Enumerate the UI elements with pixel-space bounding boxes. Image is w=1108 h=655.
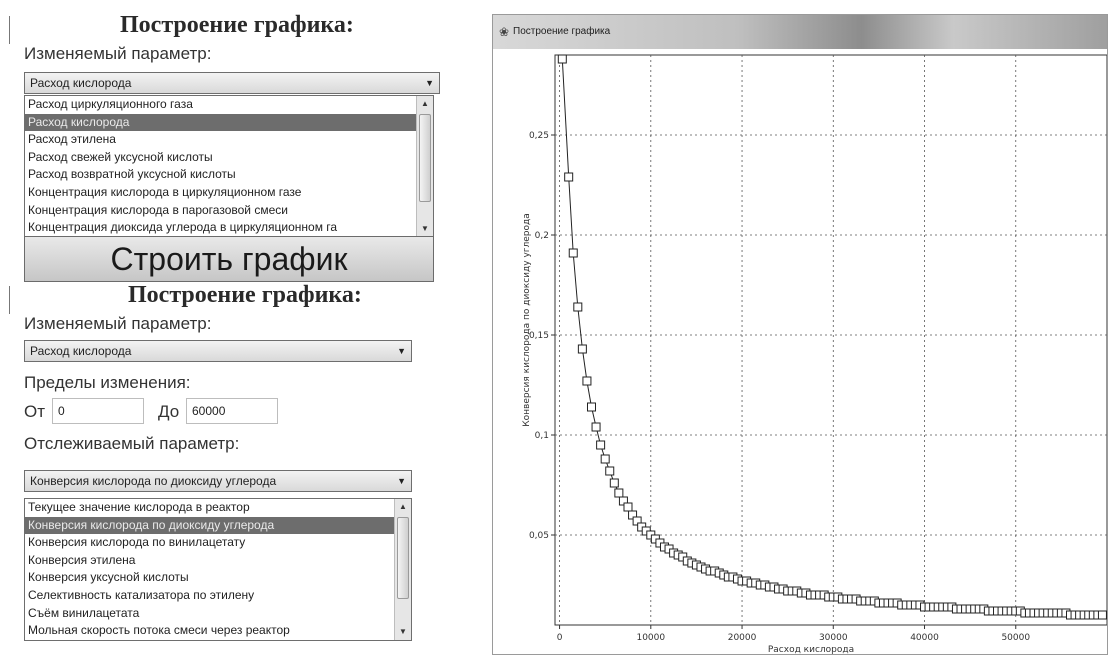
list-item[interactable]: Селективность катализатора по этилену (25, 587, 411, 605)
tracked-label: Отслеживаемый параметр: (24, 434, 240, 453)
scroll-up-icon[interactable]: ▲ (417, 96, 433, 112)
dropdown-scrollbar[interactable]: ▲ ▼ (394, 499, 411, 640)
data-point (591, 422, 601, 432)
list-item[interactable]: Конверсия кислорода по винилацетату (25, 534, 411, 552)
x-tick-label: 10000 (636, 633, 665, 643)
panel-bracket (2, 16, 10, 44)
x-tick-label: 50000 (1001, 633, 1030, 643)
list-item[interactable]: Расход возвратной уксусной кислоты (25, 166, 433, 184)
from-label: От (24, 402, 46, 421)
list-item[interactable]: Конверсия уксусной кислоты (25, 569, 411, 587)
param-combo-value: Расход кислорода (30, 76, 132, 90)
plot-area (554, 54, 1107, 626)
scroll-down-icon[interactable]: ▼ (417, 221, 433, 237)
data-point (586, 402, 596, 412)
list-item[interactable]: Концентрация кислорода в парогазовой сме… (25, 202, 433, 220)
scroll-up-icon[interactable]: ▲ (395, 499, 411, 515)
list-item[interactable]: Расход свежей уксусной кислоты (25, 149, 433, 167)
param-label: Изменяемый параметр: (24, 44, 212, 63)
x-tick-label: 20000 (728, 633, 757, 643)
data-point (577, 344, 587, 354)
param-combo-value: Расход кислорода (30, 344, 132, 358)
list-item[interactable]: Концентрация диоксида углерода в циркуля… (25, 219, 433, 237)
param-combo[interactable]: Расход кислорода ▼ (24, 72, 440, 94)
list-item[interactable]: Мольная скорость потока смеси через реак… (25, 622, 411, 640)
chevron-down-icon[interactable]: ▼ (425, 78, 434, 88)
param-label: Изменяемый параметр: (24, 314, 212, 333)
window-titlebar[interactable]: ❀ Построение графика (493, 15, 1107, 49)
list-item[interactable]: Конверсия этилена (25, 552, 411, 570)
scroll-thumb[interactable] (397, 517, 409, 599)
data-point (605, 466, 615, 476)
tracked-dropdown-list[interactable]: Текущее значение кислорода в реактор Конв… (24, 498, 412, 641)
list-item[interactable]: Съём винилацетата (25, 605, 411, 623)
data-point (614, 488, 624, 498)
x-tick-label: 30000 (819, 633, 848, 643)
x-axis-label: Расход кислорода (768, 645, 854, 654)
data-point (568, 248, 578, 258)
range-label: Пределы изменения: (24, 373, 191, 392)
data-point (573, 302, 583, 312)
to-input[interactable]: 60000 (186, 398, 278, 424)
data-point (623, 502, 633, 512)
panel-title: Построение графика: (120, 12, 354, 38)
app-icon: ❀ (499, 25, 510, 39)
y-tick-label: 0,2 (535, 231, 549, 241)
scroll-thumb[interactable] (419, 114, 431, 202)
chevron-down-icon[interactable]: ▼ (397, 346, 406, 356)
y-axis-label: Конверсия кислорода по диоксиду углерода (522, 213, 532, 427)
dropdown-scrollbar[interactable]: ▲ ▼ (416, 96, 433, 237)
panel-title: Построение графика: (128, 282, 362, 308)
scroll-down-icon[interactable]: ▼ (395, 624, 411, 640)
from-input[interactable]: 0 (52, 398, 144, 424)
window-title: Построение графика (513, 26, 611, 37)
data-point (600, 454, 610, 464)
list-item[interactable]: Конверсия кислорода по диоксиду углерода (25, 516, 411, 535)
panel-bracket (2, 286, 10, 314)
data-point (564, 172, 574, 182)
build-chart-button[interactable]: Строить график (24, 236, 434, 282)
y-tick-label: 0,1 (535, 431, 549, 441)
data-point (1097, 610, 1107, 620)
param-dropdown-list[interactable]: Расход циркуляционного газа Расход кислор… (24, 95, 434, 238)
data-point (557, 54, 567, 64)
chevron-down-icon[interactable]: ▼ (397, 476, 406, 486)
y-tick-label: 0,05 (529, 531, 549, 541)
y-tick-label: 0,25 (529, 131, 549, 141)
x-tick-label: 40000 (910, 633, 939, 643)
list-item[interactable]: Расход циркуляционного газа (25, 96, 433, 114)
list-item[interactable]: Текущее значение кислорода в реактор (25, 499, 411, 517)
data-point (609, 478, 619, 488)
tracked-combo[interactable]: Конверсия кислорода по диоксиду углерода… (24, 470, 412, 492)
list-item[interactable]: Расход этилена (25, 131, 433, 149)
plot-window: ❀ Построение графика 0 10000 20000 30000 400… (492, 14, 1108, 655)
x-tick-label: 0 (557, 633, 563, 643)
to-label: До (158, 402, 180, 421)
list-item[interactable]: Расход кислорода (25, 113, 433, 132)
param-combo[interactable]: Расход кислорода ▼ (24, 340, 412, 362)
data-point (596, 440, 606, 450)
tracked-combo-value: Конверсия кислорода по диоксиду углерода (30, 474, 277, 488)
chart-svg: 0 10000 20000 30000 40000 500000,050,10,150,2… (522, 54, 1107, 654)
data-point (582, 376, 592, 386)
list-item[interactable]: Концентрация кислорода в циркуляционном … (25, 184, 433, 202)
